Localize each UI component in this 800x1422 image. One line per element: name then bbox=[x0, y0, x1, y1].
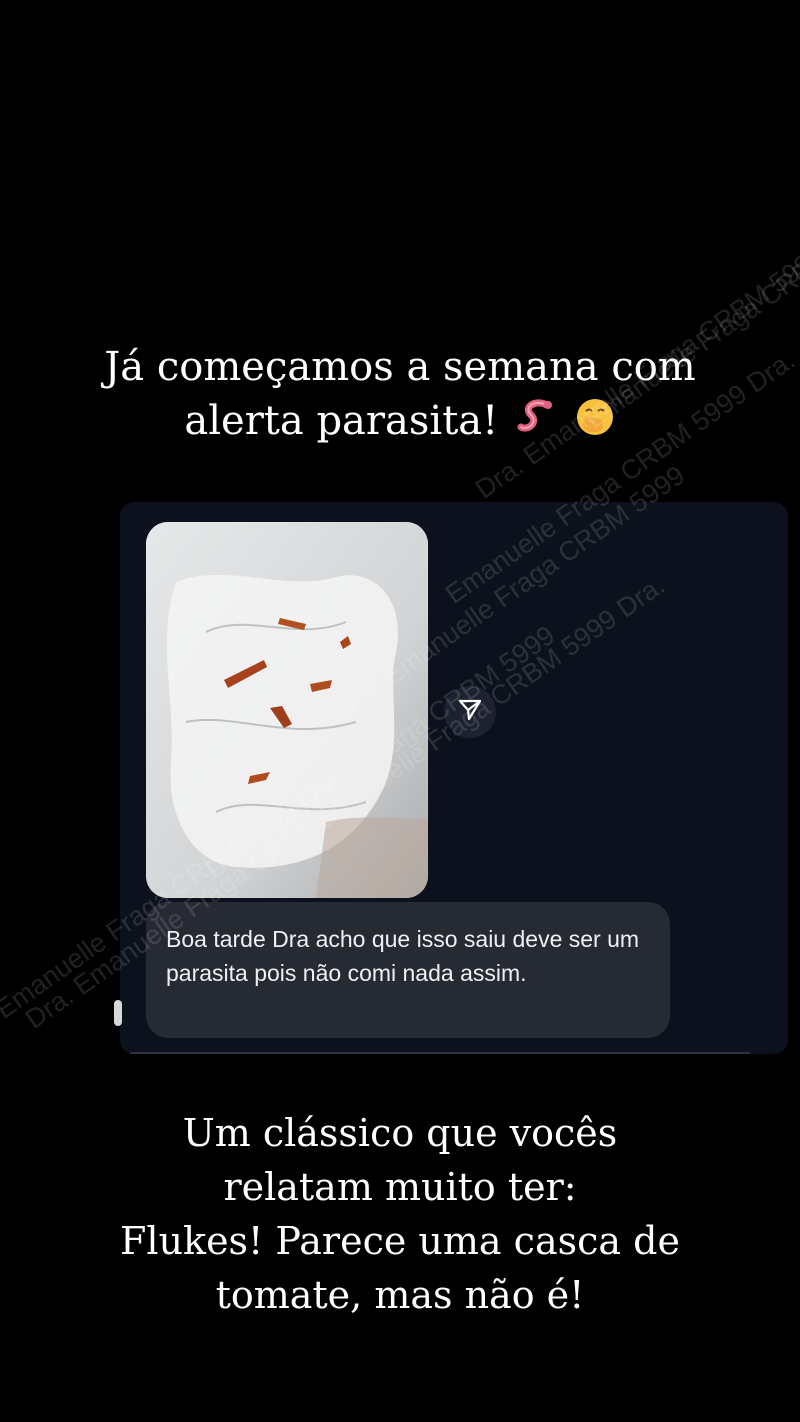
caption-bottom-line-2: relatam muito ter: bbox=[223, 1165, 577, 1209]
paper-plane-icon bbox=[457, 697, 483, 727]
divider bbox=[130, 1052, 750, 1054]
caption-bottom-line-1: Um clássico que vocês bbox=[182, 1111, 618, 1155]
photo-image bbox=[146, 522, 428, 898]
share-button[interactable] bbox=[444, 686, 496, 738]
attached-photo[interactable] bbox=[146, 522, 428, 898]
face-with-hand-over-mouth-icon bbox=[574, 396, 616, 452]
scroll-indicator bbox=[114, 1000, 122, 1026]
caption-top-line-2: alerta parasita! bbox=[40, 394, 760, 452]
caption-bottom-line-4: tomate, mas não é! bbox=[215, 1273, 585, 1317]
caption-bottom-line-3: Flukes! Parece uma casca de bbox=[120, 1219, 680, 1263]
worm-icon bbox=[517, 397, 557, 451]
story-caption-bottom: Um clássico que vocês relatam muito ter:… bbox=[40, 1106, 760, 1322]
message-bubble: Boa tarde Dra acho que isso saiu deve se… bbox=[146, 902, 670, 1038]
story-caption-top: Já começamos a semana com alerta parasit… bbox=[40, 340, 760, 452]
caption-top-line-2-text: alerta parasita! bbox=[184, 398, 499, 444]
caption-top-line-1: Já começamos a semana com bbox=[104, 344, 696, 390]
